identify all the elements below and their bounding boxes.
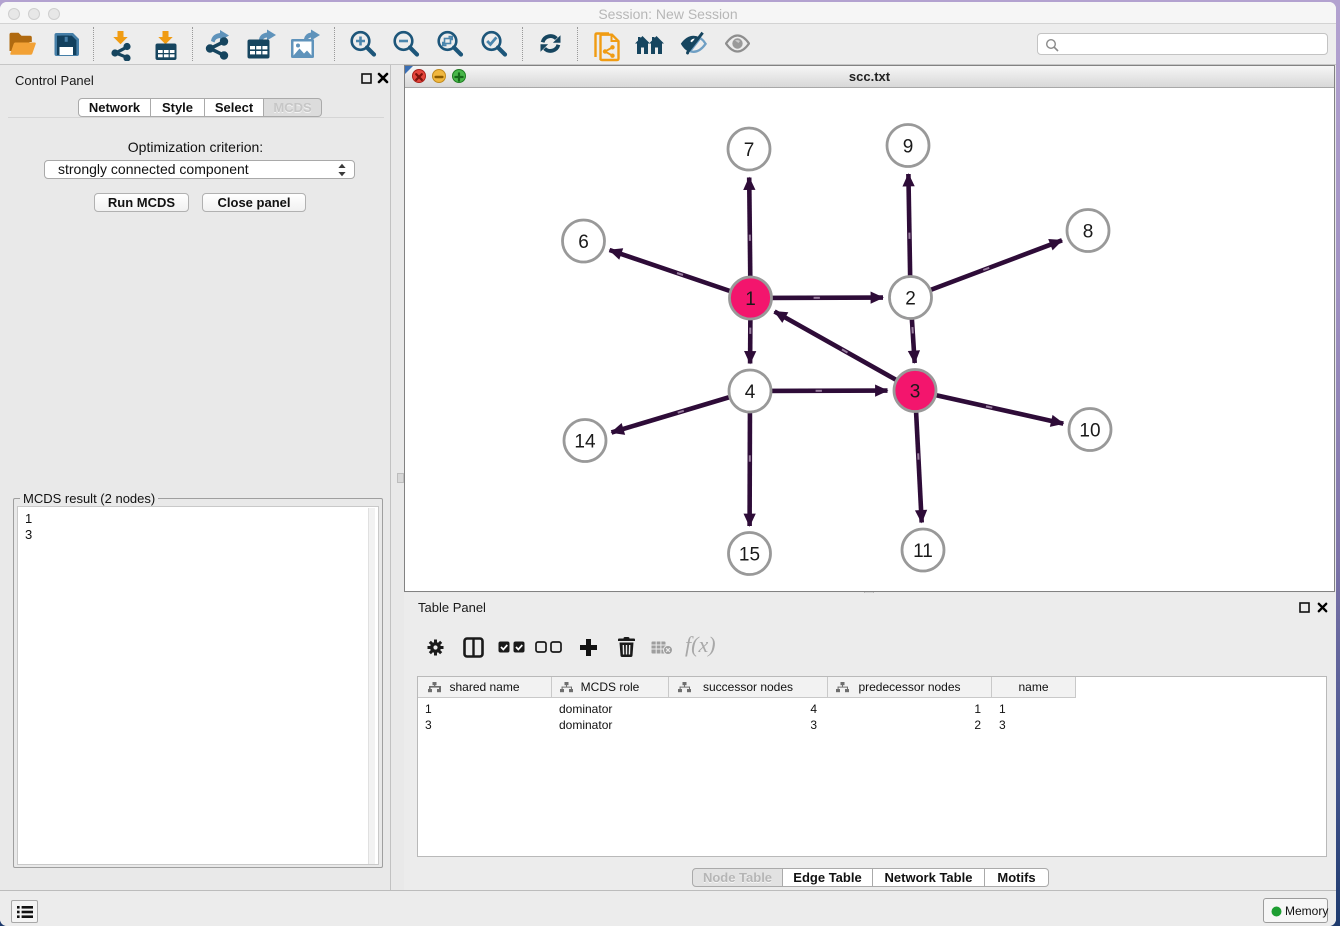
svg-text:9: 9 <box>903 137 914 158</box>
svg-text:15: 15 <box>739 545 760 566</box>
svg-text:3: 3 <box>910 382 921 403</box>
svg-text:8: 8 <box>1083 222 1094 243</box>
svg-text:14: 14 <box>574 432 596 453</box>
svg-text:6: 6 <box>578 232 589 253</box>
svg-text:10: 10 <box>1079 421 1100 442</box>
svg-text:4: 4 <box>745 382 756 403</box>
svg-text:1: 1 <box>745 289 756 310</box>
svg-text:2: 2 <box>905 289 916 310</box>
svg-text:7: 7 <box>744 140 755 161</box>
svg-text:11: 11 <box>913 541 933 562</box>
